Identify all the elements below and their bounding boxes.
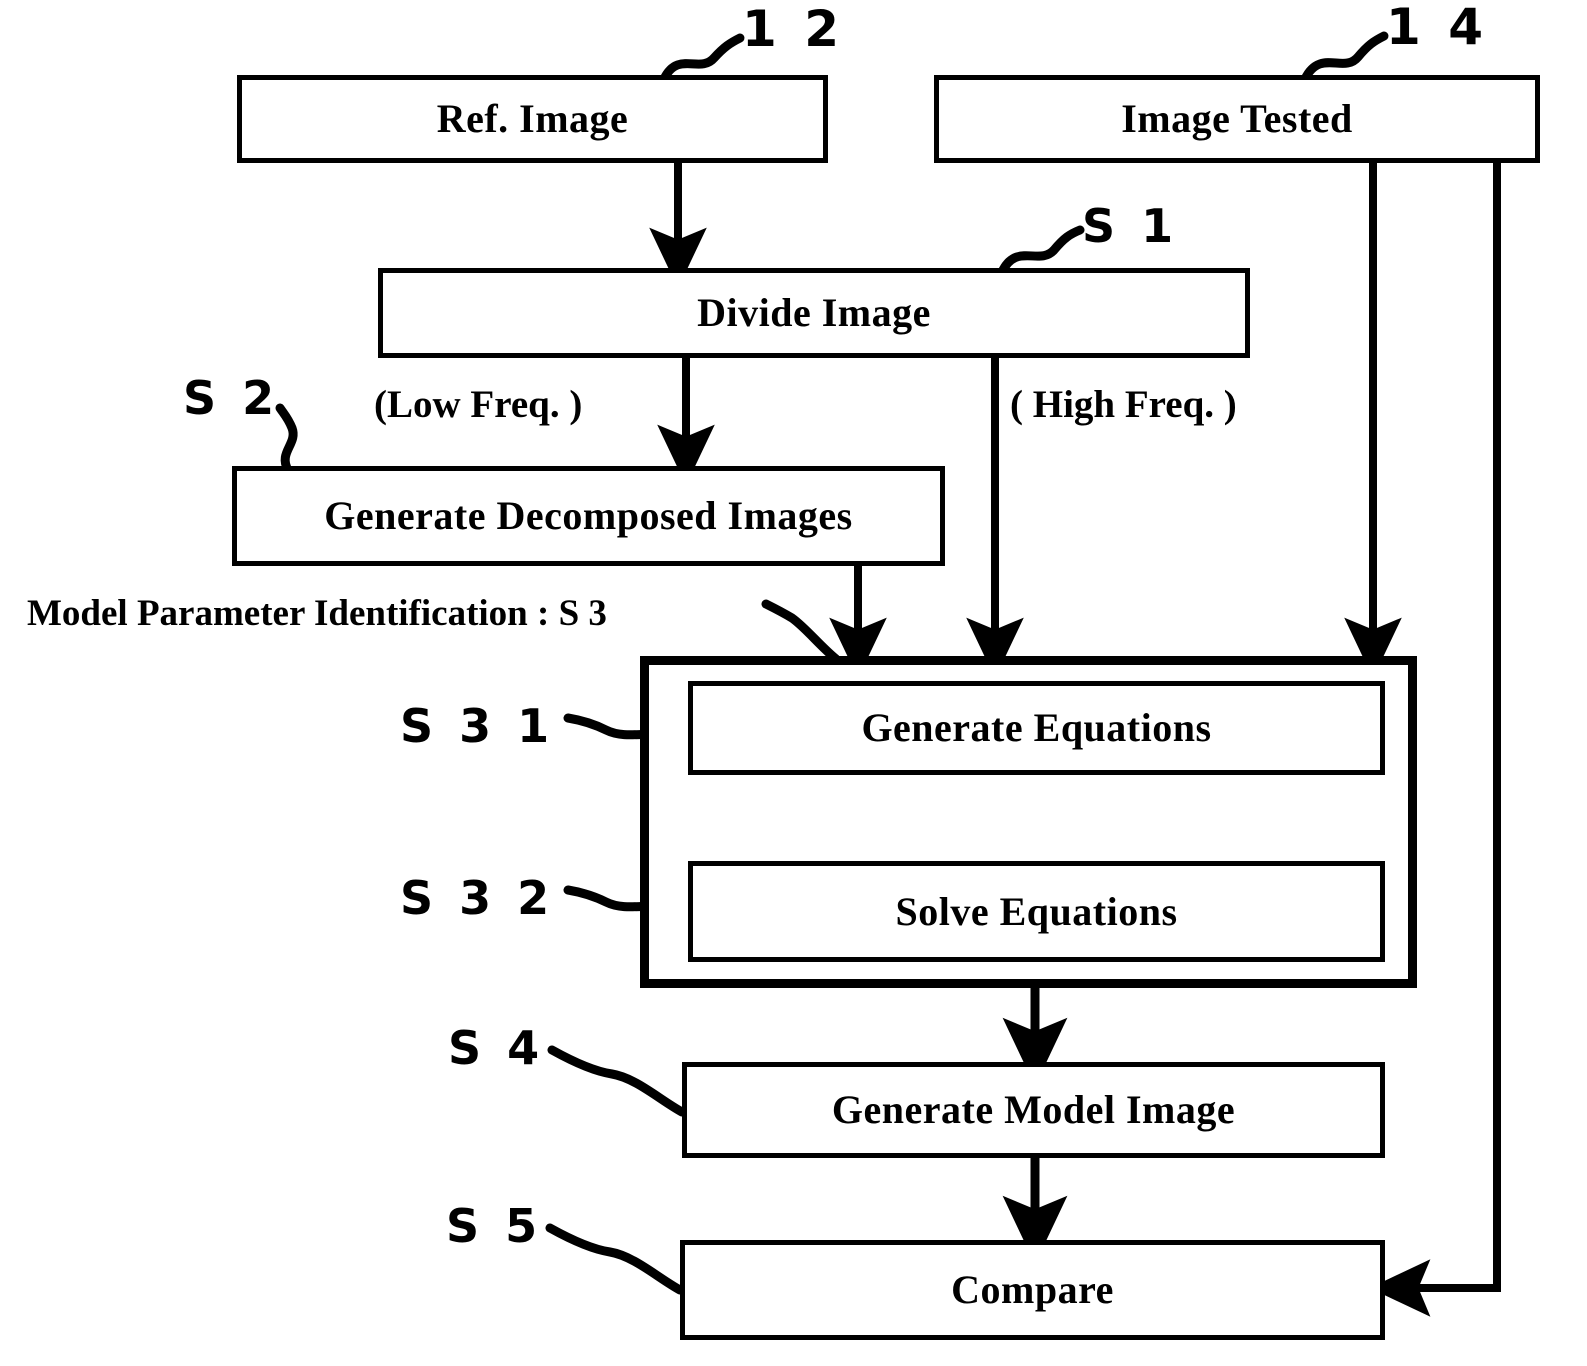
- ref-number-s31: S 3 1: [400, 699, 555, 753]
- node-image-tested-label: Image Tested: [1121, 96, 1353, 141]
- node-ref-image-label: Ref. Image: [436, 96, 629, 141]
- ref-number-s2: S 2: [183, 371, 280, 425]
- ref-number-s1: S 1: [1082, 199, 1179, 253]
- node-divide-image[interactable]: Divide Image: [378, 268, 1250, 358]
- node-image-tested[interactable]: Image Tested: [934, 75, 1540, 163]
- ref-number-s5: S 5: [446, 1199, 543, 1253]
- node-compare[interactable]: Compare: [680, 1240, 1385, 1340]
- edge-label-low-freq: (Low Freq. ): [374, 383, 583, 426]
- leader-line-ref-s2: [275, 403, 298, 475]
- leader-line-ref-s3: [761, 599, 841, 664]
- node-generate-equations-label: Generate Equations: [861, 705, 1212, 750]
- ref-number-s4: S 4: [448, 1021, 545, 1075]
- node-ref-image[interactable]: Ref. Image: [237, 75, 828, 163]
- node-generate-model-image[interactable]: Generate Model Image: [682, 1062, 1385, 1158]
- node-divide-image-label: Divide Image: [697, 290, 931, 335]
- leader-line-ref-14: [1300, 31, 1389, 84]
- edge-label-high-freq: ( High Freq. ): [1010, 383, 1237, 426]
- node-generate-decomposed-images[interactable]: Generate Decomposed Images: [232, 466, 945, 566]
- node-generate-model-image-label: Generate Model Image: [831, 1087, 1236, 1132]
- ref-number-12: 1 2: [742, 0, 844, 58]
- node-generate-decomposed-images-label: Generate Decomposed Images: [324, 493, 853, 538]
- leader-line-ref-s5: [545, 1223, 685, 1295]
- flowchart-canvas: Ref. Image Image Tested Divide Image Gen…: [0, 0, 1587, 1366]
- leader-line-ref-s1: [997, 225, 1085, 277]
- leader-line-ref-12: [659, 33, 745, 84]
- node-solve-equations[interactable]: Solve Equations: [688, 861, 1385, 962]
- node-solve-equations-label: Solve Equations: [895, 888, 1178, 934]
- ref-number-s32: S 3 2: [400, 871, 555, 925]
- leader-line-ref-s4: [547, 1045, 687, 1117]
- ref-number-14: 1 4: [1386, 0, 1488, 56]
- group-title-model-parameter-identification: Model Parameter Identification : S 3: [27, 593, 607, 634]
- node-generate-equations[interactable]: Generate Equations: [688, 681, 1385, 775]
- node-compare-label: Compare: [951, 1267, 1114, 1312]
